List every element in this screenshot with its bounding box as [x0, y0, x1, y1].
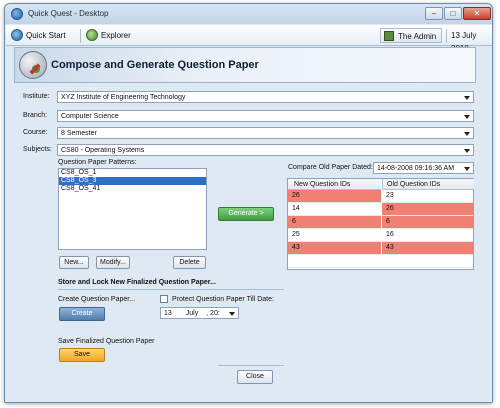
list-item[interactable]: CS8_OS_41	[59, 185, 206, 193]
table-row[interactable]	[288, 255, 473, 268]
list-item[interactable]: CS8_OS_1	[59, 169, 206, 177]
table-cell-old: 23	[386, 192, 394, 199]
course-value: 8 Semester	[61, 130, 97, 137]
title-bar[interactable]: Quick Quest - Desktop – □ ✕	[5, 4, 492, 24]
table-row[interactable]: 14 26	[288, 203, 473, 216]
table-cell-old: 6	[382, 216, 473, 228]
lock-section-heading: Store and Lock New Finalized Question Pa…	[58, 279, 216, 286]
delete-pattern-button[interactable]: Delete	[173, 256, 206, 269]
table-cell-new: 25	[292, 231, 300, 238]
table-cell-old: 16	[386, 231, 394, 238]
column-header-old[interactable]: Old Question IDs	[382, 179, 474, 190]
explorer-button[interactable]: Explorer	[101, 29, 131, 42]
table-cell-new: 43	[288, 242, 381, 254]
page-header: Compose and Generate Question Paper	[14, 47, 476, 83]
generate-button[interactable]: Generate >	[218, 207, 274, 221]
gauge-logo-icon	[19, 51, 47, 79]
comparison-table: New Question IDs Old Question IDs 26 23 14…	[287, 178, 474, 270]
institute-select[interactable]: XYZ Institute of Engineering Technology	[57, 91, 474, 103]
table-cell-old	[382, 255, 473, 267]
close-window-button[interactable]: ✕	[463, 7, 491, 20]
table-row[interactable]: 66	[288, 216, 473, 229]
subjects-select[interactable]: CS80 - Operating Systems	[57, 144, 474, 156]
create-label: Create Question Paper...	[58, 296, 136, 303]
footer-divider	[218, 365, 284, 366]
chevron-down-icon	[464, 132, 470, 136]
chevron-down-icon	[464, 149, 470, 153]
table-row[interactable]: 43 43	[288, 242, 473, 255]
quick-start-icon	[11, 29, 23, 41]
table-cell-new: 6	[288, 216, 381, 228]
save-button[interactable]: Save	[59, 348, 105, 362]
chevron-down-icon	[464, 167, 470, 171]
section-divider	[58, 289, 284, 290]
compare-date-select[interactable]: 14-08-2008 09:16:36 AM	[373, 162, 474, 174]
table-body: 26 23 14 26 6 6 25 16 43 43	[288, 190, 473, 268]
maximize-button[interactable]: □	[444, 7, 462, 20]
subjects-label: Subjects:	[23, 146, 52, 153]
protect-checkbox[interactable]	[160, 295, 168, 303]
course-label: Course:	[23, 129, 48, 136]
date-day[interactable]: 13	[164, 310, 172, 317]
list-item-selected[interactable]: CS8_OS_3	[59, 177, 206, 185]
protect-date-picker[interactable]: 13 July , 20:	[160, 307, 239, 319]
minimize-button[interactable]: –	[425, 7, 443, 20]
app-logo-icon	[11, 8, 23, 20]
branch-value: Computer Science	[61, 113, 119, 120]
table-row[interactable]: 25 16	[288, 229, 473, 242]
chevron-down-icon	[464, 96, 470, 100]
modify-pattern-button[interactable]: Modify...	[96, 256, 130, 269]
toolbar-divider	[80, 29, 81, 43]
user-icon	[384, 31, 394, 41]
create-button[interactable]: Create	[59, 307, 105, 321]
explorer-icon	[86, 29, 98, 41]
chevron-down-icon	[464, 115, 470, 119]
compare-date-value: 14-08-2008 09:16:36 AM	[377, 165, 455, 172]
chevron-down-icon[interactable]	[229, 312, 235, 316]
user-badge[interactable]: The Admin	[380, 28, 442, 43]
protect-label: Protect Question Paper Till Date:	[172, 296, 274, 303]
table-cell-new: 14	[292, 205, 300, 212]
table-cell-old: 26	[382, 203, 473, 215]
page-title: Compose and Generate Question Paper	[51, 59, 259, 71]
table-cell-new: 26	[288, 190, 381, 202]
branch-label: Branch:	[23, 112, 48, 119]
close-button[interactable]: Close	[237, 370, 273, 384]
date-year[interactable]: , 20:	[206, 310, 220, 317]
branch-select[interactable]: Computer Science	[57, 110, 474, 122]
toolbar-divider	[446, 29, 447, 43]
compare-label: Compare Old Paper Dated:	[288, 164, 373, 171]
date-month[interactable]: July	[186, 310, 198, 317]
patterns-label: Question Paper Patterns:	[58, 159, 137, 166]
table-row[interactable]: 26 23	[288, 190, 473, 203]
institute-label: Institute:	[23, 93, 50, 100]
table-cell-new	[288, 255, 381, 267]
user-name: The Admin	[398, 32, 437, 41]
quick-start-button[interactable]: Quick Start	[26, 29, 66, 42]
table-cell-old: 43	[382, 242, 473, 254]
window-title: Quick Quest - Desktop	[28, 9, 109, 18]
current-date: 13 July 2010	[451, 31, 477, 53]
course-select[interactable]: 8 Semester	[57, 127, 474, 139]
save-label: Save Finalized Question Paper	[58, 338, 155, 345]
new-pattern-button[interactable]: New...	[59, 256, 89, 269]
institute-value: XYZ Institute of Engineering Technology	[61, 94, 186, 101]
column-header-new[interactable]: New Question IDs	[288, 179, 381, 190]
toolbar: Quick Start Explorer The Admin 13 July 2…	[6, 25, 492, 53]
patterns-list[interactable]: CS8_OS_1 CS8_OS_3 CS8_OS_41	[58, 168, 207, 250]
subjects-value: CS80 - Operating Systems	[61, 147, 145, 154]
